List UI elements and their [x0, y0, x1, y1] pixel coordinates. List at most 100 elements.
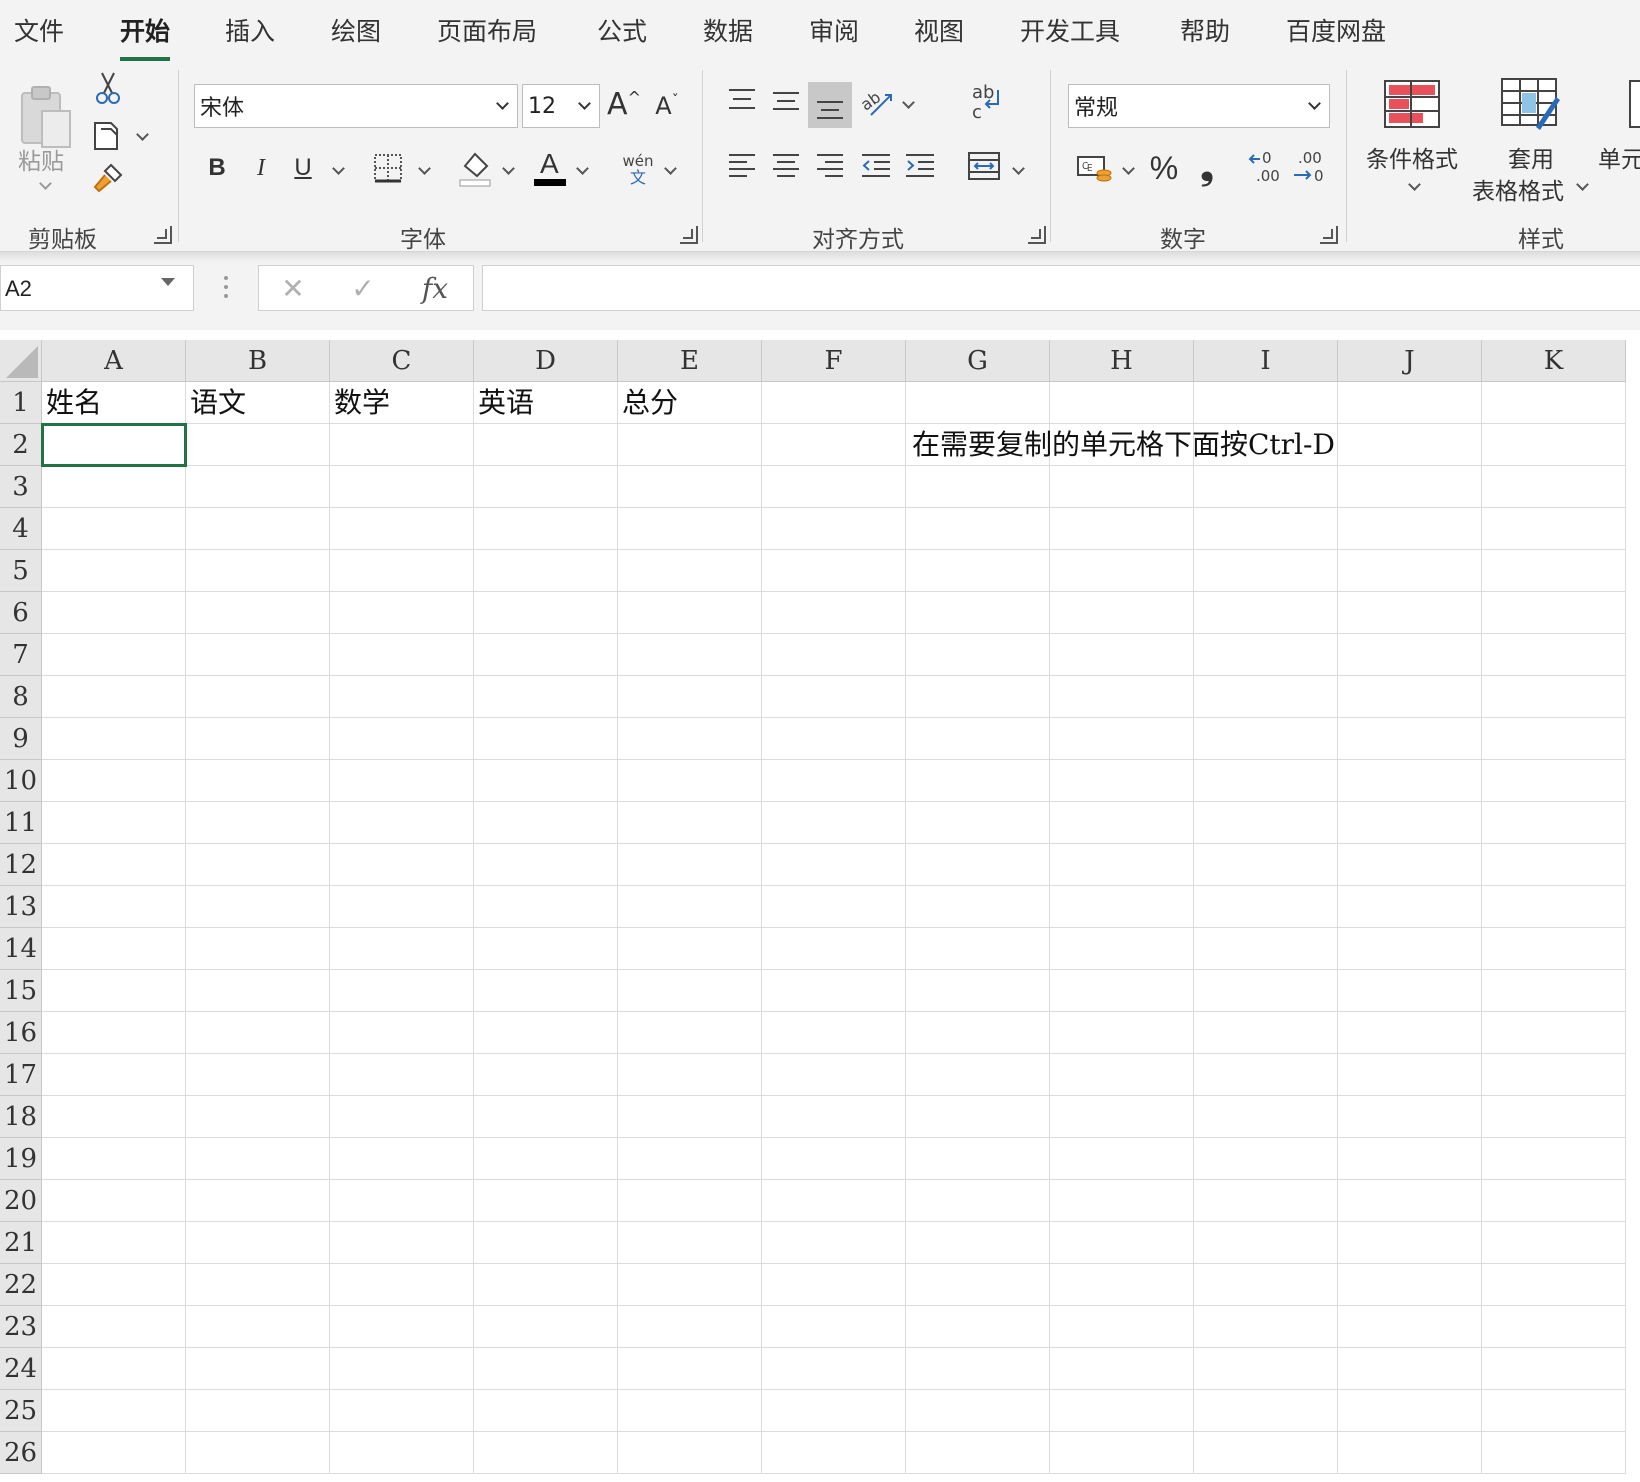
cell[interactable]	[1194, 760, 1338, 802]
cell[interactable]	[906, 508, 1050, 550]
cell[interactable]	[186, 802, 330, 844]
paste-dropdown[interactable]	[39, 177, 52, 190]
cell[interactable]	[906, 928, 1050, 970]
row-header[interactable]: 20	[0, 1180, 42, 1222]
cell[interactable]	[330, 1348, 474, 1390]
cell[interactable]	[1050, 970, 1194, 1012]
cell[interactable]	[1338, 760, 1482, 802]
row-header[interactable]: 2	[0, 424, 42, 466]
cell[interactable]	[1194, 802, 1338, 844]
tab-help[interactable]: 帮助	[1180, 12, 1230, 48]
cell[interactable]	[1194, 886, 1338, 928]
cell[interactable]	[330, 1096, 474, 1138]
cell[interactable]	[186, 1432, 330, 1474]
select-all-button[interactable]	[0, 340, 42, 382]
cell[interactable]	[1194, 1432, 1338, 1474]
increase-font-button[interactable]: A^	[606, 82, 642, 126]
cell[interactable]	[1482, 508, 1626, 550]
cell[interactable]	[330, 1180, 474, 1222]
align-center-button[interactable]	[768, 146, 804, 186]
cell[interactable]	[1338, 592, 1482, 634]
cell[interactable]	[330, 1390, 474, 1432]
cell[interactable]	[618, 634, 762, 676]
accounting-dropdown[interactable]	[1122, 162, 1135, 175]
fill-color-button[interactable]	[456, 146, 494, 190]
column-header-c[interactable]: C	[330, 340, 474, 382]
cell[interactable]	[1050, 1138, 1194, 1180]
row-header[interactable]: 26	[0, 1432, 42, 1474]
cell[interactable]	[1050, 466, 1194, 508]
cell[interactable]	[762, 1222, 906, 1264]
row-header[interactable]: 3	[0, 466, 42, 508]
cell[interactable]	[186, 760, 330, 802]
cell[interactable]	[1482, 466, 1626, 508]
align-top-button[interactable]	[724, 82, 760, 118]
cell[interactable]	[186, 508, 330, 550]
font-color-dropdown[interactable]	[576, 162, 589, 175]
cell[interactable]	[42, 1180, 186, 1222]
font-name-combo[interactable]: 宋体	[194, 84, 518, 128]
cell[interactable]	[618, 1264, 762, 1306]
cell[interactable]	[330, 1222, 474, 1264]
row-header[interactable]: 24	[0, 1348, 42, 1390]
cell[interactable]	[1482, 844, 1626, 886]
cell[interactable]	[1482, 1390, 1626, 1432]
row-header[interactable]: 16	[0, 1012, 42, 1054]
cell[interactable]	[1050, 1180, 1194, 1222]
cell[interactable]	[1194, 1306, 1338, 1348]
cell[interactable]	[1338, 382, 1482, 424]
orientation-dropdown[interactable]	[902, 96, 915, 109]
cell[interactable]	[42, 634, 186, 676]
row-header[interactable]: 18	[0, 1096, 42, 1138]
row-header[interactable]: 13	[0, 886, 42, 928]
cell[interactable]	[42, 844, 186, 886]
cell[interactable]	[618, 1180, 762, 1222]
cell[interactable]	[1050, 844, 1194, 886]
tab-view[interactable]: 视图	[914, 12, 964, 48]
align-bottom-button[interactable]	[808, 82, 852, 128]
conditional-formatting-dropdown[interactable]	[1408, 178, 1421, 191]
cell[interactable]	[618, 970, 762, 1012]
cell[interactable]	[474, 466, 618, 508]
cell[interactable]	[762, 424, 906, 466]
cell[interactable]	[330, 1432, 474, 1474]
row-header[interactable]: 9	[0, 718, 42, 760]
tab-developer[interactable]: 开发工具	[1020, 12, 1120, 48]
cell[interactable]	[906, 550, 1050, 592]
underline-button[interactable]: U	[286, 148, 320, 188]
cell[interactable]	[1050, 1390, 1194, 1432]
orientation-button[interactable]: ab	[858, 82, 896, 122]
cell[interactable]	[186, 466, 330, 508]
column-header-j[interactable]: J	[1338, 340, 1482, 382]
cell[interactable]	[1338, 508, 1482, 550]
tab-home[interactable]: 开始	[120, 12, 171, 61]
cell[interactable]	[1338, 1264, 1482, 1306]
row-header[interactable]: 11	[0, 802, 42, 844]
cell[interactable]	[42, 1012, 186, 1054]
cell[interactable]	[474, 760, 618, 802]
cell[interactable]	[1338, 1054, 1482, 1096]
enter-icon[interactable]: ✓	[343, 270, 383, 306]
accounting-format-button[interactable]: ₠	[1074, 148, 1114, 188]
cell[interactable]	[618, 676, 762, 718]
cell[interactable]	[762, 1012, 906, 1054]
cell[interactable]	[906, 844, 1050, 886]
cell[interactable]	[1050, 1222, 1194, 1264]
cell[interactable]	[1194, 1390, 1338, 1432]
align-middle-button[interactable]	[768, 82, 804, 118]
row-header[interactable]: 21	[0, 1222, 42, 1264]
cancel-icon[interactable]: ✕	[273, 270, 313, 306]
cell[interactable]	[1194, 1180, 1338, 1222]
row-header[interactable]: 10	[0, 760, 42, 802]
cell[interactable]	[330, 424, 474, 466]
cell[interactable]	[42, 970, 186, 1012]
cell[interactable]	[1338, 1390, 1482, 1432]
row-header[interactable]: 15	[0, 970, 42, 1012]
merge-center-button[interactable]	[964, 146, 1004, 186]
cell[interactable]	[1194, 1264, 1338, 1306]
row-header[interactable]: 25	[0, 1390, 42, 1432]
tab-draw[interactable]: 绘图	[331, 12, 381, 48]
row-header[interactable]: 22	[0, 1264, 42, 1306]
cell[interactable]	[906, 1222, 1050, 1264]
cell[interactable]	[906, 802, 1050, 844]
